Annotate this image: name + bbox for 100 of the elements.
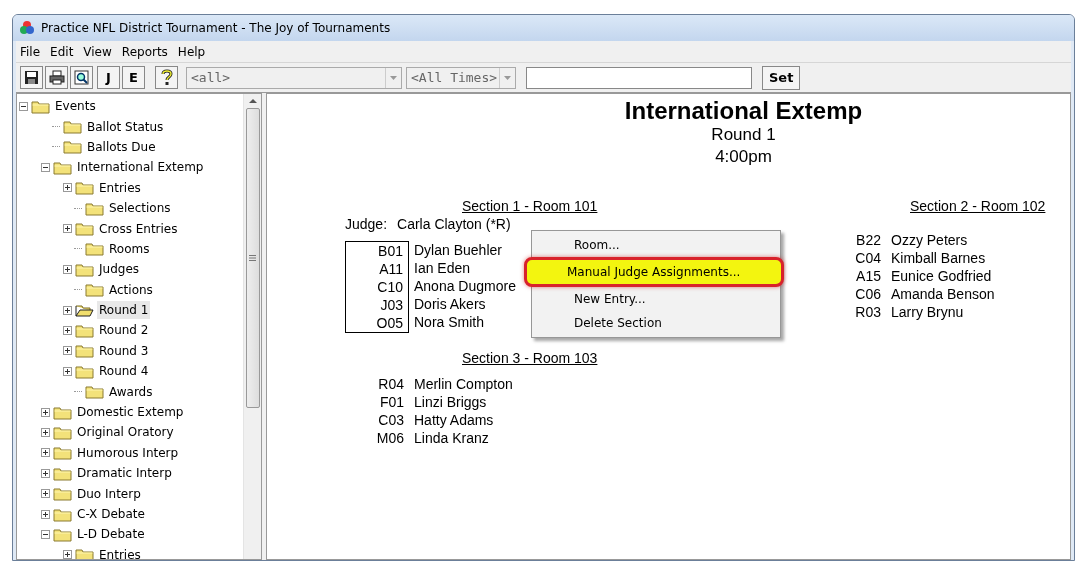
collapse-icon[interactable] — [41, 529, 50, 539]
entry-name[interactable]: Ian Eden — [414, 258, 516, 277]
expand-icon[interactable] — [41, 427, 50, 437]
menu-item[interactable]: Room... — [534, 233, 778, 257]
tree-item[interactable]: Ballot Status — [85, 117, 166, 136]
judge-name[interactable]: Carla Clayton (*R) — [397, 214, 511, 233]
entry-code: C03 — [377, 410, 404, 429]
toolbar-button[interactable] — [45, 66, 68, 89]
folder-icon — [31, 98, 50, 114]
tree-item[interactable]: Original Oratory — [75, 423, 176, 442]
toolbar-button[interactable] — [155, 66, 178, 89]
entry-name[interactable]: Eunice Godfried — [891, 266, 995, 285]
menu-item[interactable]: Help — [177, 42, 206, 61]
tree-item[interactable]: Cross Entries — [97, 219, 180, 238]
entry-name[interactable]: Merlin Compton — [414, 374, 513, 393]
folder-icon — [53, 404, 72, 420]
tree-item[interactable]: Rooms — [107, 239, 152, 258]
tree-item[interactable]: L-D Debate — [75, 525, 147, 544]
entry-name[interactable]: Linda Kranz — [414, 428, 513, 447]
folder-icon — [75, 343, 94, 359]
tree-item[interactable]: Awards — [107, 382, 155, 401]
toolbar-button[interactable]: E — [122, 66, 145, 89]
dropdown-arrow-icon — [504, 75, 511, 80]
collapse-icon[interactable] — [19, 101, 28, 111]
entry-code: M06 — [375, 428, 404, 447]
expand-icon[interactable] — [63, 305, 72, 315]
entry-name[interactable]: Hatty Adams — [414, 410, 513, 429]
menu-item[interactable]: Reports — [121, 42, 168, 61]
entry-name[interactable]: Amanda Benson — [891, 284, 995, 303]
expand-icon[interactable] — [41, 509, 50, 519]
menu-item[interactable]: Edit — [50, 42, 74, 61]
entry-code: C04 — [854, 248, 881, 267]
scroll-up-arrow-icon[interactable] — [248, 98, 257, 104]
tree-item[interactable]: Humorous Interp — [75, 443, 181, 462]
app-logo-icon — [19, 20, 35, 36]
section-heading[interactable]: Section 2 - Room 102 — [850, 196, 1070, 215]
entry-name[interactable]: Larry Brynu — [891, 302, 995, 321]
toolbar-button[interactable] — [20, 66, 43, 89]
section-heading[interactable]: Section 1 - Room 101 — [345, 196, 850, 215]
menu-item[interactable]: New Entry... — [534, 287, 778, 311]
folder-icon — [85, 282, 104, 298]
entry-name[interactable]: Doris Akers — [414, 294, 516, 313]
menu-item[interactable]: File — [20, 42, 41, 61]
tree-item[interactable]: Judges — [97, 260, 141, 279]
expand-icon[interactable] — [41, 407, 50, 417]
entry-code: J03 — [379, 295, 403, 314]
scrollbar[interactable] — [243, 94, 261, 559]
tree-item[interactable]: Entries — [97, 545, 143, 559]
entry-name[interactable]: Kimball Barnes — [891, 248, 995, 267]
menu-item[interactable]: View — [83, 42, 112, 61]
folder-icon — [75, 180, 94, 196]
tree-item[interactable]: Round 2 — [97, 321, 151, 340]
entry-name[interactable]: Dylan Buehler — [414, 240, 516, 259]
printer-icon — [48, 70, 65, 85]
tree-item[interactable]: Dramatic Interp — [75, 464, 174, 483]
event-dropdown[interactable]: <all> — [186, 66, 402, 89]
scroll-thumb[interactable] — [245, 108, 260, 408]
tree-item[interactable]: International Extemp — [75, 158, 206, 177]
tree-item[interactable]: Round 3 — [97, 341, 151, 360]
report-title: International Extemp — [624, 98, 863, 125]
tree-item[interactable]: C-X Debate — [75, 505, 147, 523]
toolbar-button[interactable] — [70, 66, 93, 89]
tree-item[interactable]: Ballots Due — [85, 137, 158, 156]
expand-icon[interactable] — [41, 489, 50, 499]
menu-item[interactable]: Delete Section — [534, 311, 778, 335]
entry-name[interactable]: Anona Dugmore — [414, 276, 516, 295]
expand-icon[interactable] — [63, 366, 72, 376]
folder-icon — [85, 241, 104, 257]
tree-item[interactable]: Entries — [97, 178, 143, 197]
folder-icon — [53, 486, 72, 502]
entry-code: B01 — [377, 241, 403, 260]
time-dropdown[interactable]: <All Times> — [406, 66, 516, 89]
expand-icon[interactable] — [63, 326, 72, 335]
entry-name[interactable]: Nora Smith — [414, 312, 516, 331]
tree-item[interactable]: Duo Interp — [75, 484, 143, 503]
expand-icon[interactable] — [63, 224, 72, 234]
section-heading[interactable]: Section 3 - Room 103 — [345, 348, 850, 367]
tree-item[interactable]: Events — [53, 97, 98, 116]
tree-item[interactable]: Domestic Extemp — [75, 403, 186, 422]
expand-icon[interactable] — [63, 183, 72, 193]
expand-icon[interactable] — [41, 448, 50, 458]
grip-icon — [249, 255, 256, 261]
tree-item[interactable]: Round 4 — [97, 362, 151, 381]
tree-item[interactable]: Selections — [107, 199, 173, 218]
entry-name[interactable]: Linzi Briggs — [414, 392, 513, 411]
open-folder-icon — [75, 302, 94, 318]
menu-item[interactable]: Manual Judge Assignments... — [524, 257, 784, 287]
collapse-icon[interactable] — [41, 162, 50, 172]
entry-name[interactable]: Ozzy Peters — [891, 230, 995, 249]
tree-item[interactable]: Round 1 — [97, 301, 151, 320]
expand-icon[interactable] — [41, 468, 50, 478]
tree-item[interactable]: Actions — [107, 280, 155, 299]
expand-icon[interactable] — [63, 264, 72, 274]
folder-icon — [75, 221, 94, 237]
set-button[interactable]: Set — [762, 65, 801, 90]
toolbar-button[interactable]: J — [97, 66, 120, 89]
search-field[interactable] — [526, 66, 752, 89]
expand-icon[interactable] — [63, 346, 72, 356]
folder-icon — [63, 139, 82, 155]
expand-icon[interactable] — [63, 550, 72, 559]
